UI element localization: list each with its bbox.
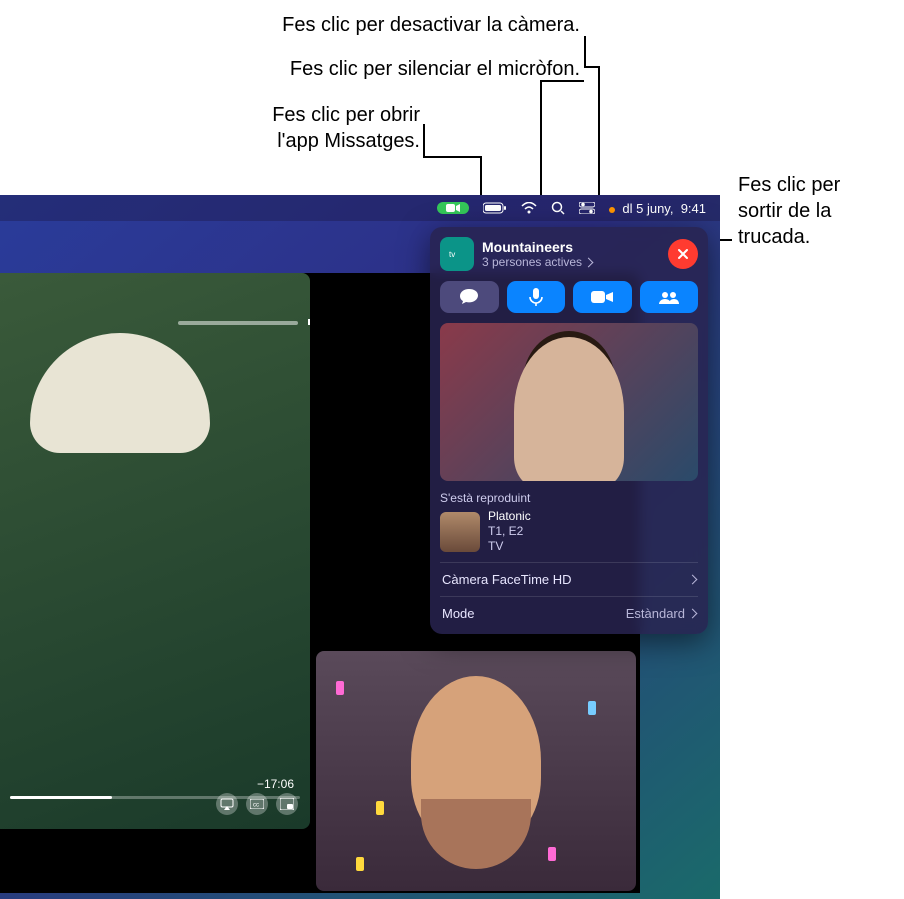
menubar-date: dl 5 juny, bbox=[622, 201, 673, 216]
callout-leave-line3: trucada. bbox=[738, 224, 898, 251]
scrubber[interactable] bbox=[10, 796, 300, 799]
video-tile-primary: cc −17:06 bbox=[0, 273, 310, 829]
now-playing-row[interactable]: Platonic T1, E2 TV bbox=[440, 509, 698, 554]
mute-mic-button[interactable] bbox=[507, 281, 566, 313]
leader-msg-v bbox=[423, 124, 425, 156]
svg-text:cc: cc bbox=[253, 803, 259, 809]
speaker-icon bbox=[306, 313, 310, 331]
panel-header: tv Mountaineers 3 persones actives bbox=[440, 237, 698, 271]
menubar: dl 5 juny, 9:41 bbox=[0, 195, 720, 221]
messages-icon bbox=[459, 288, 479, 306]
np-title: Platonic bbox=[488, 509, 531, 524]
self-view bbox=[440, 323, 698, 481]
chevron-right-icon bbox=[688, 609, 698, 619]
leader-mic-h bbox=[540, 80, 584, 82]
wifi-icon bbox=[521, 202, 537, 214]
leader-msg-h bbox=[423, 156, 482, 158]
mode-value: Estàndard bbox=[626, 606, 685, 621]
camera-select-label: Càmera FaceTime HD bbox=[442, 572, 572, 587]
video-icon bbox=[591, 290, 613, 304]
mode-select-row[interactable]: Mode Estàndard bbox=[440, 596, 698, 630]
facetime-menubar-icon[interactable] bbox=[437, 202, 469, 214]
callout-messages-line2: l'app Missatges. bbox=[182, 128, 420, 155]
time-remaining: −17:06 bbox=[257, 777, 294, 791]
menubar-clock: dl 5 juny, 9:41 bbox=[609, 201, 706, 216]
leader-camera-v bbox=[584, 36, 586, 66]
call-title: Mountaineers bbox=[482, 239, 660, 255]
np-line3: TV bbox=[488, 539, 531, 554]
now-playing-label: S'està reproduint bbox=[440, 491, 698, 505]
facetime-panel: tv Mountaineers 3 persones actives bbox=[430, 227, 708, 634]
chevron-right-icon bbox=[688, 575, 698, 585]
battery-icon bbox=[483, 202, 507, 214]
video-tile-secondary bbox=[316, 651, 636, 891]
now-playing-thumb bbox=[440, 512, 480, 552]
mic-icon bbox=[529, 287, 543, 307]
shareplay-button[interactable] bbox=[640, 281, 699, 313]
recording-indicator-icon bbox=[609, 207, 615, 213]
shareplay-icon bbox=[657, 289, 681, 305]
callout-leave-line2: sortir de la bbox=[738, 198, 898, 225]
menubar-time: 9:41 bbox=[681, 201, 706, 216]
call-subtitle[interactable]: 3 persones actives bbox=[482, 255, 660, 269]
close-icon bbox=[676, 247, 690, 261]
np-line2: T1, E2 bbox=[488, 524, 531, 539]
chevron-right-icon bbox=[584, 257, 594, 267]
messages-button[interactable] bbox=[440, 281, 499, 313]
callout-leave-line1: Fes clic per bbox=[738, 172, 898, 199]
callout-camera: Fes clic per desactivar la càmera. bbox=[90, 12, 580, 39]
svg-text:tv: tv bbox=[449, 250, 455, 259]
spotlight-icon[interactable] bbox=[551, 201, 565, 215]
control-center-icon[interactable] bbox=[579, 202, 595, 214]
callout-messages-line1: Fes clic per obrir bbox=[182, 102, 420, 129]
mode-label: Mode bbox=[442, 606, 475, 621]
toggle-camera-button[interactable] bbox=[573, 281, 632, 313]
volume-slider[interactable] bbox=[178, 321, 298, 325]
desktop-screenshot: dl 5 juny, 9:41 cc −17:06 bbox=[0, 195, 720, 899]
callout-mic: Fes clic per silenciar el micròfon. bbox=[78, 56, 580, 83]
camera-select-row[interactable]: Càmera FaceTime HD bbox=[440, 562, 698, 596]
group-avatar: tv bbox=[440, 237, 474, 271]
leave-call-button[interactable] bbox=[668, 239, 698, 269]
